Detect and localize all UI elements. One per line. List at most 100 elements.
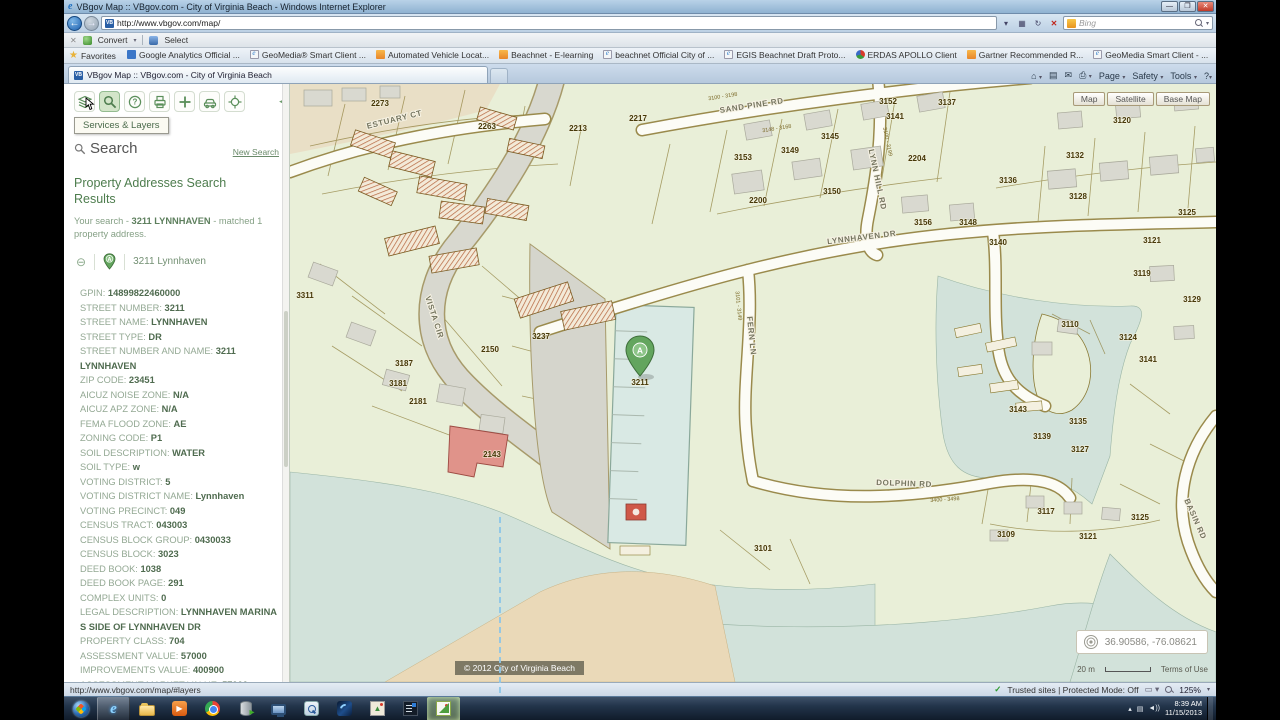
result-row[interactable]: ⊖ A 3211 Lynnhaven (64, 243, 289, 278)
artifact-dashed-line (499, 517, 501, 693)
zoom-icon[interactable] (1165, 686, 1173, 694)
search-dropdown-icon[interactable]: ▾ (1206, 20, 1209, 27)
vehicle-tool-button[interactable] (199, 91, 220, 112)
favorites-star-icon[interactable]: ★ (69, 50, 78, 61)
parcel-label: 2273 (371, 99, 389, 108)
site-favicon: VB (105, 19, 114, 28)
tray-expand-icon[interactable]: ▴ (1128, 705, 1132, 713)
add-tool-button[interactable] (174, 91, 195, 112)
search-section-icon (74, 143, 86, 155)
taskbar-remote-desktop[interactable] (262, 697, 295, 720)
remove-result-icon[interactable]: ⊖ (76, 255, 86, 269)
map-type-map[interactable]: Map (1073, 92, 1106, 106)
search-tool-button[interactable] (99, 91, 120, 112)
print-icon[interactable]: ⎙ ▾ (1079, 70, 1092, 81)
address-dropdown-icon[interactable]: ▾ (999, 16, 1013, 30)
property-field: FEMA FLOOD ZONE: AE (80, 417, 281, 432)
tray-network-icon[interactable]: ▤ (1137, 705, 1144, 713)
locate-tool-button[interactable] (224, 91, 245, 112)
print-tool-button[interactable] (149, 91, 170, 112)
feeds-icon[interactable]: ▤ (1049, 70, 1058, 81)
map-type-satellite[interactable]: Satellite (1107, 92, 1153, 106)
parcel-label: 2263 (478, 122, 496, 131)
parcel-label: 3125 (1131, 513, 1149, 522)
terms-link[interactable]: Terms of Use (1161, 665, 1208, 674)
taskbar-windows-explorer[interactable] (130, 697, 163, 720)
locate-target-icon[interactable] (1083, 634, 1099, 650)
clock[interactable]: 8:39 AM 11/15/2013 (1165, 700, 1202, 717)
help-icon[interactable]: ?▾ (1204, 71, 1212, 81)
favorite-link[interactable]: EGIS Beachnet Draft Proto... (724, 50, 845, 60)
taskbar-grid-app[interactable] (394, 697, 427, 720)
map-type-base-map[interactable]: Base Map (1156, 92, 1210, 106)
minimize-button[interactable]: — (1161, 1, 1178, 12)
parcel-label: 2217 (629, 114, 647, 123)
favorite-link[interactable]: Beachnet - E-learning (499, 50, 593, 60)
favorite-link[interactable]: GeoMedia® Smart Client ... (250, 50, 366, 60)
toolbar-separator (142, 35, 143, 45)
favorite-link[interactable]: Google Analytics Official ... (127, 50, 240, 60)
taskbar-media-player[interactable]: ▶ (163, 697, 196, 720)
result-address[interactable]: 3211 Lynnhaven (133, 256, 206, 267)
zoom-monitor-icon[interactable]: ▭ ▾ (1145, 684, 1160, 695)
select-icon (149, 36, 158, 45)
back-button[interactable]: ← (67, 16, 82, 31)
select-button[interactable]: Select (164, 35, 188, 45)
search-placeholder[interactable]: Bing (1079, 18, 1192, 28)
favorite-link[interactable]: GeoMedia Smart Client - ... (1093, 50, 1208, 60)
svg-text:A: A (108, 257, 112, 263)
zoom-level[interactable]: 125% (1179, 685, 1201, 695)
parcel-label: 3143 (1009, 405, 1027, 414)
taskbar-start[interactable] (64, 697, 97, 720)
right-letterbox (1216, 0, 1280, 720)
favorite-link[interactable]: ERDAS APOLLO Client (856, 50, 957, 60)
parcel-label: 3181 (389, 379, 407, 388)
taskbar-search-tool[interactable] (295, 697, 328, 720)
favorite-link[interactable]: Gartner Recommended R... (967, 50, 1083, 60)
compatibility-view-icon[interactable]: ▦ (1015, 16, 1029, 30)
zoom-dropdown-icon[interactable]: ▾ (1207, 686, 1210, 693)
safety-menu[interactable]: Safety ▾ (1132, 71, 1163, 81)
search-box[interactable]: Bing ▾ (1063, 16, 1213, 30)
tools-menu[interactable]: Tools ▾ (1170, 71, 1197, 81)
taskbar-chrome[interactable] (196, 697, 229, 720)
title-bar[interactable]: e VBgov Map :: VBgov.com - City of Virgi… (64, 0, 1216, 14)
scrollbar-thumb[interactable] (284, 311, 288, 466)
address-bar[interactable]: VB http://www.vbgov.com/map/ (101, 16, 997, 30)
taskbar-geomedia[interactable] (427, 697, 460, 720)
close-toolbar-icon[interactable]: ✕ (70, 36, 77, 45)
taskbar-blue-app[interactable] (328, 697, 361, 720)
search-icon[interactable] (1195, 19, 1203, 27)
read-mail-icon[interactable]: ✉ (1065, 70, 1073, 81)
favorite-link[interactable]: beachnet Official City of ... (603, 50, 714, 60)
status-bar: http://www.vbgov.com/map/#layers ✓ Trust… (64, 682, 1216, 696)
home-icon[interactable]: ⌂ ▾ (1031, 71, 1042, 81)
show-desktop-button[interactable] (1207, 697, 1213, 720)
browser-window: e VBgov Map :: VBgov.com - City of Virgi… (64, 0, 1216, 696)
new-search-link[interactable]: New Search (233, 147, 279, 157)
tab-vbgov-map[interactable]: VB VBgov Map :: VBgov.com - City of Virg… (68, 66, 488, 83)
screen: e VBgov Map :: VBgov.com - City of Virgi… (0, 0, 1280, 720)
forward-button[interactable]: → (84, 16, 99, 31)
property-field: STREET NAME: LYNNHAVEN (80, 315, 281, 330)
refresh-icon[interactable]: ↻ (1031, 16, 1045, 30)
stop-icon[interactable]: ✕ (1047, 16, 1061, 30)
help-tool-button[interactable]: ? (124, 91, 145, 112)
convert-button[interactable]: Convert (98, 35, 128, 45)
sidebar-scrollbar[interactable] (282, 84, 289, 682)
taskbar-apollo-app[interactable]: ▲ (361, 697, 394, 720)
favorite-link[interactable]: Automated Vehicle Locat... (376, 50, 489, 60)
close-button[interactable]: ✕ (1197, 1, 1214, 12)
address-url[interactable]: http://www.vbgov.com/map/ (117, 18, 220, 28)
tray-volume-icon[interactable]: ◄)) (1148, 705, 1160, 712)
convert-dropdown-icon[interactable]: ▾ (133, 37, 136, 44)
maximize-button[interactable]: ❐ (1179, 1, 1196, 12)
ie-page-icon (1093, 50, 1102, 59)
new-tab-button[interactable] (490, 68, 508, 83)
taskbar-database-tool[interactable] (229, 697, 262, 720)
map-canvas[interactable]: ESTUARY CTSAND PINE RDLYNN HILL RDLYNNHA… (290, 84, 1216, 682)
taskbar-internet-explorer[interactable]: e (97, 697, 130, 720)
result-separator (124, 254, 125, 270)
page-menu[interactable]: Page ▾ (1099, 71, 1126, 81)
favorites-label[interactable]: Favorites (81, 51, 116, 61)
